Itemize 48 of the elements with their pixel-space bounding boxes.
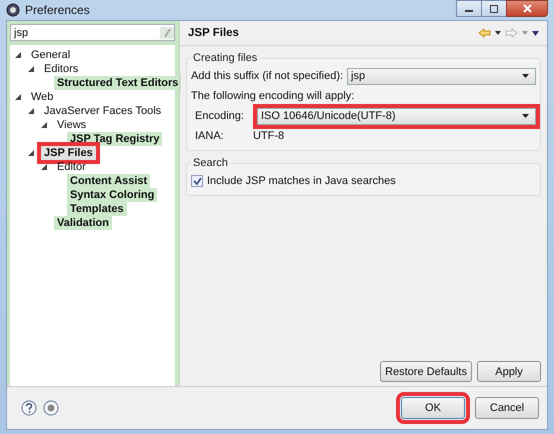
encoding-note: The following encoding will apply: <box>191 90 354 102</box>
caret-icon <box>522 114 529 118</box>
tree-item[interactable]: Validation <box>54 216 112 230</box>
dropdown-icon[interactable] <box>495 31 501 35</box>
tree-item[interactable]: Content Assist <box>67 174 150 188</box>
tree-item[interactable]: Templates <box>67 202 127 216</box>
page-title: JSP Files <box>188 27 239 39</box>
help-icon[interactable] <box>21 400 37 416</box>
expand-icon[interactable] <box>27 65 35 73</box>
expand-icon[interactable] <box>40 121 48 129</box>
expand-icon[interactable] <box>14 51 22 59</box>
tree-item[interactable]: Syntax Coloring <box>67 188 158 202</box>
checkbox-label[interactable]: Include JSP matches in Java searches <box>207 175 396 187</box>
suffix-dropdown[interactable]: jsp <box>347 68 536 84</box>
iana-value: UTF-8 <box>253 130 284 142</box>
suffix-label: Add this suffix (if not specified): <box>191 70 344 82</box>
page-button[interactable]: Restore Defaults <box>380 361 472 382</box>
encoding-label: Encoding: <box>195 110 245 122</box>
dialog-button[interactable]: Cancel <box>475 397 539 419</box>
window-title: Preferences <box>25 3 90 17</box>
expand-icon[interactable] <box>27 149 35 157</box>
tree-item[interactable]: Editors <box>41 62 82 76</box>
expand-icon[interactable] <box>27 107 35 115</box>
group-title: Creating files <box>192 52 258 64</box>
tree-item[interactable]: JSP Tag Registry <box>67 132 162 146</box>
app-icon <box>6 3 20 17</box>
tree-item[interactable]: JSP Files <box>41 146 96 160</box>
tree-item[interactable]: General <box>28 48 74 62</box>
tree-item[interactable]: JavaServer Faces Tools <box>41 104 164 118</box>
page-button[interactable]: Apply <box>477 361 541 382</box>
expand-icon[interactable] <box>40 163 48 171</box>
record-icon[interactable] <box>43 400 59 416</box>
expand-icon[interactable] <box>14 93 22 101</box>
view-menu-icon[interactable] <box>532 30 539 36</box>
filter-field[interactable]: jsp <box>10 24 175 41</box>
group-title: Search <box>192 157 229 169</box>
tree-item[interactable]: Structured Text Editors <box>54 76 182 90</box>
maximize-button[interactable] <box>481 0 507 17</box>
checkbox[interactable] <box>191 175 203 187</box>
maximize-icon <box>490 4 498 12</box>
minimize-button[interactable] <box>456 0 482 17</box>
iana-label: IANA: <box>195 130 225 142</box>
tree-item[interactable]: Views <box>54 118 90 132</box>
close-button[interactable] <box>506 0 548 17</box>
caret-icon <box>522 74 529 78</box>
close-icon <box>522 4 532 13</box>
tree-item[interactable]: Editor <box>54 160 89 174</box>
tree-item[interactable]: Web <box>28 90 56 104</box>
